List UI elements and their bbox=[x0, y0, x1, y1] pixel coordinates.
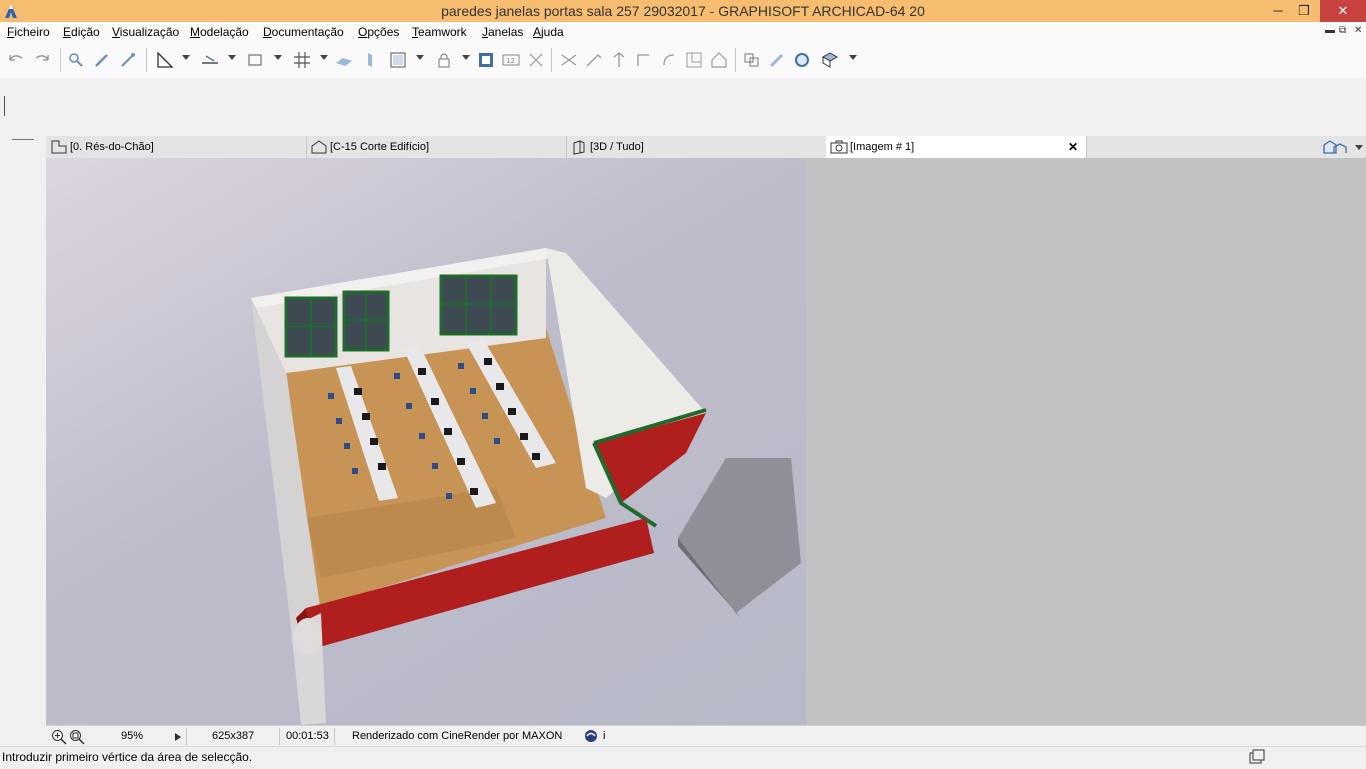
tab-3d[interactable]: [3D / Tudo] bbox=[566, 136, 827, 158]
menu-ficheiro[interactable]: Ficheiro bbox=[7, 25, 50, 39]
panel-grip[interactable] bbox=[12, 139, 34, 140]
menu-documentacao[interactable]: Documentação bbox=[263, 25, 344, 39]
navigator-icon[interactable] bbox=[1322, 139, 1350, 155]
toolbar-separator bbox=[735, 48, 736, 72]
maximize-button[interactable]: ❐ bbox=[1284, 0, 1324, 22]
info-box bbox=[0, 78, 1366, 136]
doc-close-button[interactable]: ✕ bbox=[1354, 25, 1362, 36]
cinerender-logo-icon bbox=[585, 730, 597, 742]
tab-label: [C-15 Corte Edifício] bbox=[330, 141, 430, 153]
status-separator bbox=[334, 728, 335, 745]
close-tab-icon[interactable]: ✕ bbox=[1068, 136, 1078, 158]
rendered-room-image bbox=[251, 248, 801, 725]
ruler-dropdown-icon[interactable] bbox=[182, 55, 190, 60]
tab-section[interactable]: [C-15 Corte Edifício] bbox=[306, 136, 567, 158]
adjust-icon[interactable] bbox=[584, 50, 604, 70]
find-select-icon[interactable] bbox=[66, 50, 86, 70]
lock-icon[interactable] bbox=[434, 50, 454, 70]
tab-label: [Imagem # 1] bbox=[850, 141, 915, 153]
resize-icon[interactable] bbox=[684, 50, 704, 70]
lock-dropdown-icon[interactable] bbox=[462, 55, 470, 60]
window-title: paredes janelas portas sala 257 29032017… bbox=[441, 3, 925, 19]
floor-plan-icon bbox=[51, 140, 67, 154]
camera-icon bbox=[830, 140, 848, 154]
navigator-dropdown-icon[interactable] bbox=[1355, 145, 1363, 150]
render-time: 00:01:53 bbox=[286, 730, 329, 742]
ruler-icon[interactable] bbox=[155, 50, 175, 70]
tab-label: [0. Rés-do-Chão] bbox=[70, 141, 154, 153]
menu-teamwork[interactable]: Teamwork bbox=[412, 25, 467, 39]
zoom-level[interactable]: 95% bbox=[121, 730, 143, 742]
magic-wand-icon[interactable] bbox=[526, 50, 546, 70]
status-separator bbox=[186, 728, 187, 745]
doc-restore-button[interactable]: ⧉ bbox=[1339, 25, 1346, 36]
status-separator bbox=[279, 728, 280, 745]
window-restore-icon[interactable] bbox=[1249, 749, 1265, 765]
menu-ajuda[interactable]: Ajuda bbox=[533, 25, 564, 39]
view-dropdown-icon[interactable] bbox=[416, 55, 424, 60]
3d-style-dropdown-icon[interactable] bbox=[849, 55, 857, 60]
view-icon[interactable] bbox=[388, 50, 408, 70]
syringe-icon[interactable] bbox=[118, 50, 138, 70]
undo-icon[interactable] bbox=[6, 50, 26, 70]
menu-opcoes[interactable]: Opções bbox=[358, 25, 399, 39]
toolbar-separator bbox=[146, 48, 147, 72]
close-button[interactable]: ✕ bbox=[1320, 0, 1366, 22]
fit-in-window-icon[interactable] bbox=[69, 729, 85, 745]
left-panel bbox=[0, 136, 46, 726]
prompt-message: Introduzir primeiro vértice da área de s… bbox=[2, 750, 253, 764]
edit-plane-icon[interactable] bbox=[360, 50, 380, 70]
zoom-arrow-icon[interactable] bbox=[174, 732, 182, 742]
render-viewport[interactable] bbox=[46, 158, 806, 725]
info-icon[interactable]: i bbox=[603, 730, 605, 742]
eyedropper-icon[interactable] bbox=[92, 50, 112, 70]
3d-style-icon[interactable] bbox=[820, 50, 840, 70]
tab-label: [3D / Tudo] bbox=[590, 141, 644, 153]
dimension-dropdown-icon[interactable] bbox=[274, 55, 282, 60]
guide-line-icon[interactable] bbox=[200, 50, 220, 70]
group-icon[interactable] bbox=[742, 50, 762, 70]
menu-janelas[interactable]: Janelas bbox=[482, 25, 523, 39]
redo-icon[interactable] bbox=[32, 50, 52, 70]
zoom-in-icon[interactable] bbox=[51, 729, 67, 745]
rotate-icon[interactable] bbox=[659, 50, 679, 70]
menu-edicao[interactable]: Edição bbox=[63, 25, 100, 39]
empty-canvas-area bbox=[806, 158, 1366, 725]
brush-icon[interactable] bbox=[767, 50, 787, 70]
split-icon[interactable] bbox=[559, 50, 579, 70]
menu-bar: Ficheiro Edição Visualização Modelação D… bbox=[0, 22, 1366, 42]
image-resolution: 625x387 bbox=[212, 730, 255, 742]
guide-dropdown-icon[interactable] bbox=[228, 55, 236, 60]
section-icon bbox=[311, 140, 327, 154]
plane-icon[interactable] bbox=[334, 50, 354, 70]
layers-icon[interactable] bbox=[476, 50, 496, 70]
tab-image[interactable]: [Imagem # 1] ✕ bbox=[826, 136, 1087, 158]
elevation-icon[interactable] bbox=[609, 50, 629, 70]
svg-text:12: 12 bbox=[506, 57, 515, 65]
offset-icon[interactable] bbox=[634, 50, 654, 70]
measure-icon[interactable]: 12 bbox=[501, 50, 521, 70]
render-icon[interactable] bbox=[792, 50, 812, 70]
render-engine-text: Renderizado com CineRender por MAXON bbox=[352, 730, 563, 742]
doc-minimize-button[interactable]: ▬ bbox=[1325, 25, 1335, 36]
toolbar-separator bbox=[60, 48, 61, 72]
view-status-bar: 95% 625x387 00:01:53 Renderizado com Cin… bbox=[46, 725, 1366, 747]
tab-floor-plan[interactable]: [0. Rés-do-Chão] bbox=[46, 136, 307, 158]
toolbar-separator bbox=[551, 48, 552, 72]
grid-snap-icon[interactable] bbox=[292, 50, 312, 70]
menu-modelacao[interactable]: Modelação bbox=[190, 25, 249, 39]
toolbar: 12 bbox=[0, 42, 1366, 79]
dimension-icon[interactable] bbox=[246, 50, 266, 70]
roof-icon[interactable] bbox=[709, 50, 729, 70]
menu-visualizacao[interactable]: Visualização bbox=[112, 25, 179, 39]
3d-view-icon bbox=[573, 140, 585, 155]
grid-dropdown-icon[interactable] bbox=[320, 55, 328, 60]
info-box-cursor bbox=[4, 96, 5, 116]
